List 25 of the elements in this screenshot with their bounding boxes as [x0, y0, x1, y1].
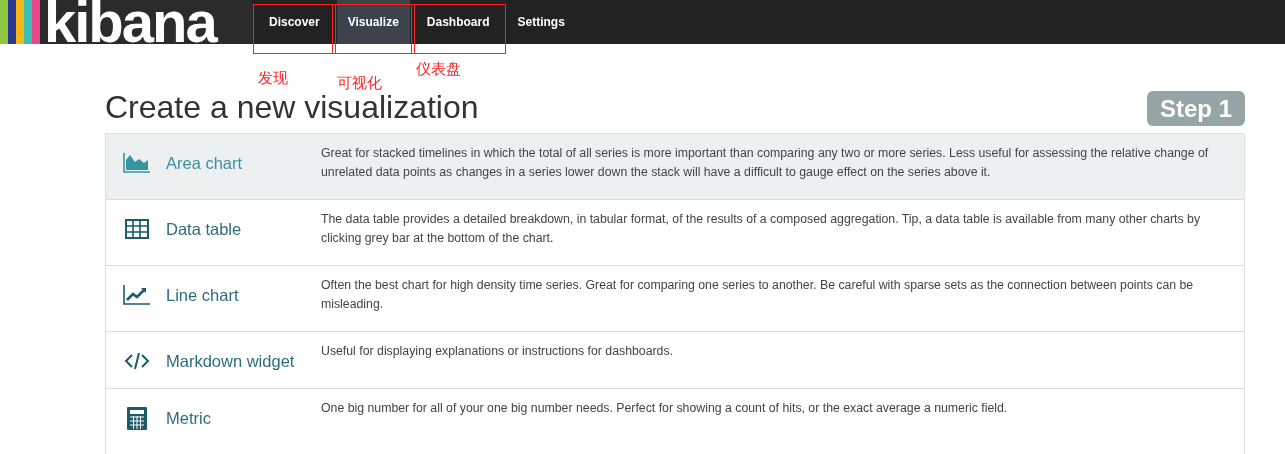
visualization-name: Markdown widget [166, 351, 296, 372]
nav-tab[interactable]: Discover [258, 0, 331, 44]
visualization-description: Useful for displaying explanations or instructions for dashboards. [321, 343, 674, 360]
visualization-description: Often the best chart for high density time series. Great for comparing one series to another. Be careful with sparse sets as the connection between points can be misleading. [321, 277, 1195, 313]
nav-tab[interactable]: Visualize [336, 0, 410, 44]
visualization-item[interactable]: Markdown widget Useful for displaying explanations or instructions for dashboards. [106, 332, 1244, 389]
visualization-name: Metric [166, 408, 212, 429]
visualization-item[interactable]: Line chart Often the best chart for high density time series. Great for comparing one series to another. Be careful with sparse sets as the connection between points can be misleading. [106, 266, 1244, 332]
annotation-label: 发现 [258, 68, 288, 88]
nav-tab[interactable]: Dashboard [415, 0, 501, 44]
area-chart-icon [122, 151, 152, 175]
visualization-name: Line chart [166, 285, 240, 306]
visualization-description: The data table provides a detailed breakdown, in tabular format, of the results of a composed aggregation. Tip, a data table is available from many other charts by clicking grey bar at the bottom of the chart. [321, 211, 1202, 247]
table-icon [122, 217, 152, 241]
visualization-item[interactable] [106, 134, 1244, 200]
visualization-item[interactable]: Metric One big number for all of your one big number needs. Perfect for showing a count of hits, or the exact average a numeric field. [106, 389, 1244, 454]
line-chart-icon [122, 283, 152, 307]
visualization-name: Area chart [166, 153, 244, 174]
annotation-label: 仪表盘 [415, 59, 461, 79]
visualization-description: One big number for all of your one big number needs. Perfect for showing a count of hits, or the exact average a numeric field. [321, 400, 1008, 417]
nav-tab[interactable]: Settings [506, 0, 576, 44]
visualization-description: Great for stacked timelines in which the total of all series is more important than comparing any two or more series. Less useful for assessing the relative change of unrelated data points as changes in a series lower down the stack will have a difficult to gauge effect on the series above it. [321, 145, 1210, 181]
kibana-logo[interactable]: kibana [0, 0, 252, 44]
step-badge: Step 1 [1146, 91, 1245, 126]
visualization-name: Data table [166, 219, 243, 240]
